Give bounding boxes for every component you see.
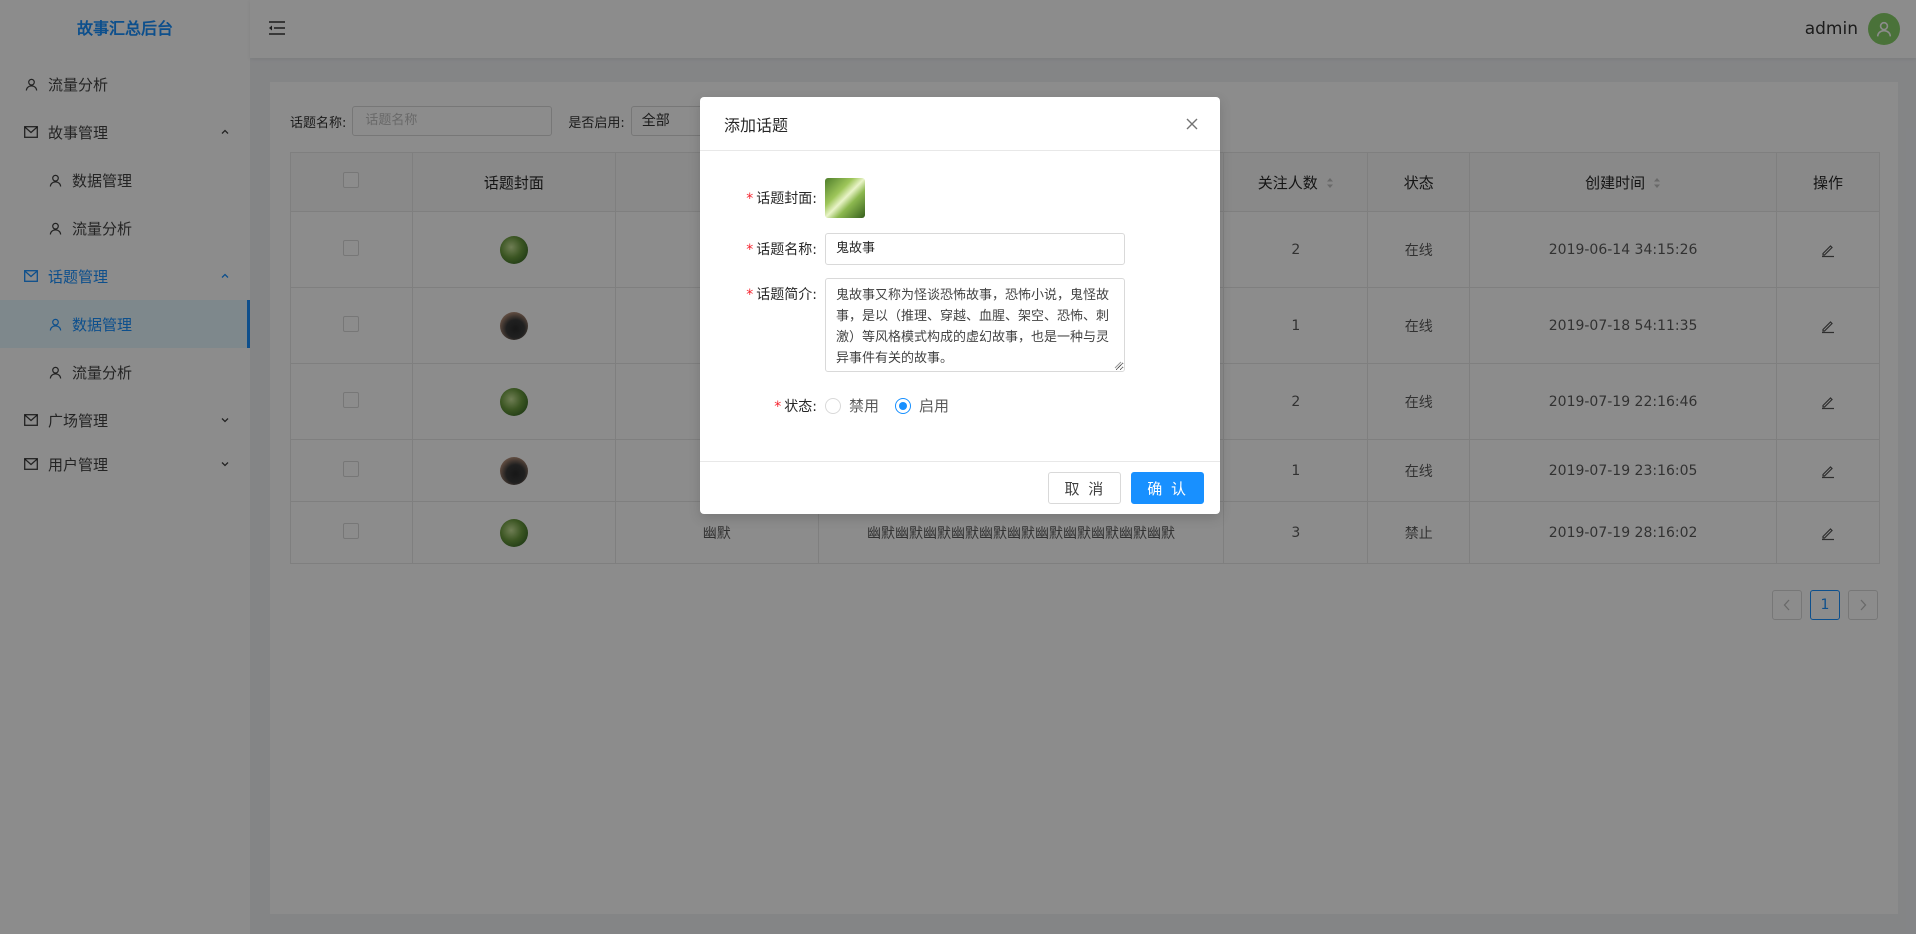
- status-label: 状态:: [784, 398, 817, 415]
- required-mark: *: [746, 191, 754, 207]
- desc-label: 话题简介:: [756, 287, 817, 303]
- resize-handle-icon[interactable]: [1114, 361, 1122, 369]
- form-row-name: * 话题名称: 鬼故事: [700, 233, 1125, 265]
- modal-footer: 取 消 确 认: [700, 461, 1220, 514]
- required-mark: *: [774, 398, 782, 415]
- cover-image-upload[interactable]: [825, 178, 865, 218]
- description-text: 鬼故事又称为怪谈恐怖故事，恐怖小说，鬼怪故事，是以（推理、穿越、血腥、架空、恐怖…: [836, 288, 1110, 366]
- status-radio-group: 禁用 启用: [825, 395, 965, 416]
- form-row-desc: * 话题简介: 鬼故事又称为怪谈恐怖故事，恐怖小说，鬼怪故事，是以（推理、穿越、血…: [700, 278, 1125, 372]
- status-radio-disabled[interactable]: 禁用: [825, 395, 879, 416]
- radio-button-checked[interactable]: [895, 397, 912, 414]
- close-icon[interactable]: [1184, 116, 1200, 132]
- required-mark: *: [746, 287, 754, 303]
- form-row-status: * 状态: 禁用 启用: [700, 395, 965, 416]
- add-topic-modal: 添加话题 * 话题封面: * 话题名称: 鬼故事 * 话题简介: 鬼故事又称为怪谈恐怖…: [700, 97, 1220, 514]
- desc-label-wrap: * 话题简介:: [700, 278, 825, 304]
- required-mark: *: [746, 242, 754, 258]
- status-radio-enabled[interactable]: 启用: [895, 395, 949, 416]
- topic-name-input[interactable]: 鬼故事: [825, 233, 1125, 265]
- modal-title: 添加话题: [724, 115, 789, 135]
- topic-description-textarea[interactable]: 鬼故事又称为怪谈恐怖故事，恐怖小说，鬼怪故事，是以（推理、穿越、血腥、架空、恐怖…: [825, 278, 1125, 372]
- cover-label: 话题封面:: [756, 191, 817, 207]
- form-row-cover: * 话题封面:: [700, 178, 865, 218]
- modal-header: 添加话题: [700, 97, 1220, 151]
- radio-label: 启用: [919, 397, 950, 415]
- cover-label-wrap: * 话题封面:: [700, 178, 825, 208]
- name-label: 话题名称:: [756, 242, 817, 258]
- cancel-button[interactable]: 取 消: [1048, 472, 1122, 504]
- status-label-wrap: * 状态:: [700, 396, 825, 416]
- confirm-button[interactable]: 确 认: [1131, 472, 1204, 504]
- radio-label: 禁用: [849, 397, 880, 415]
- name-label-wrap: * 话题名称:: [700, 233, 825, 259]
- radio-button[interactable]: [825, 397, 841, 414]
